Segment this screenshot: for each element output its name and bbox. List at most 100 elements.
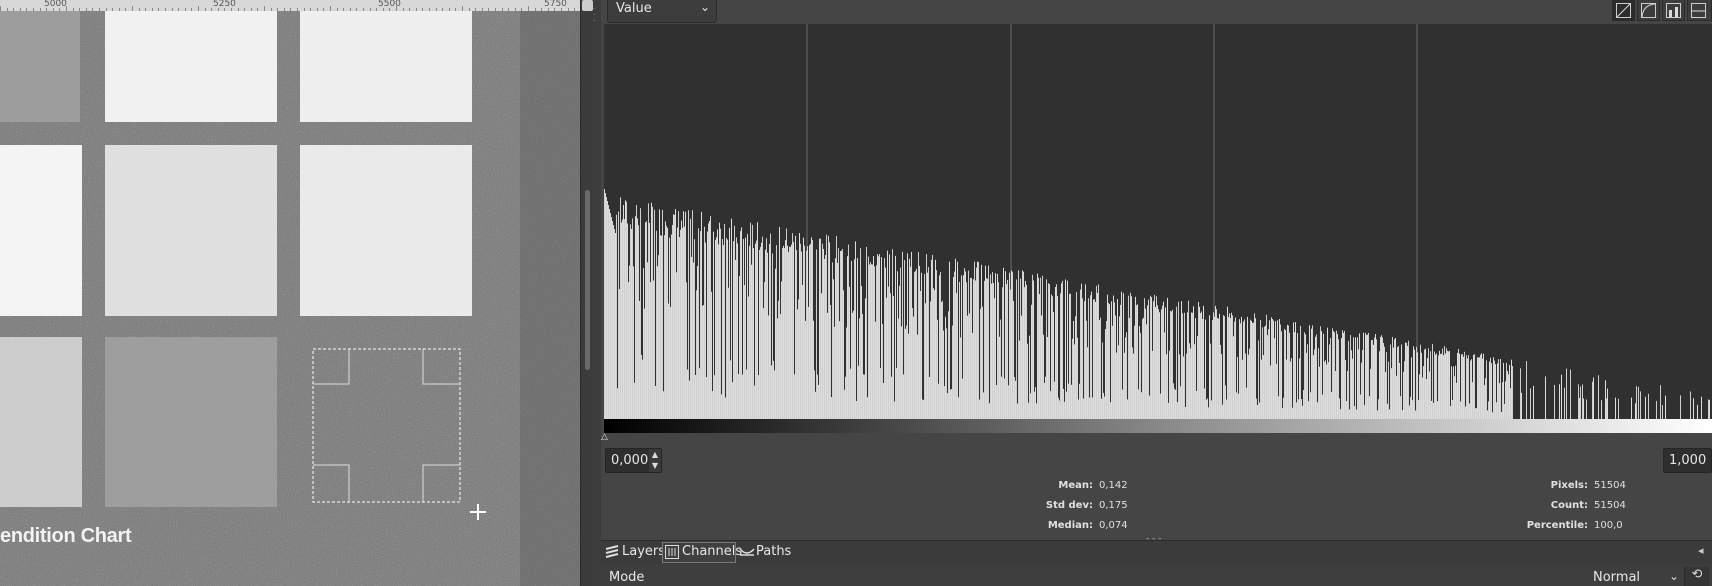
decrement-icon[interactable]: ▼	[649, 460, 661, 471]
histogram-bar	[717, 229, 718, 419]
histogram-bar	[924, 273, 925, 419]
histogram-bar	[1248, 354, 1249, 419]
histogram-bar	[1149, 395, 1150, 419]
histogram-bar	[1390, 344, 1391, 419]
range-end-spinner[interactable]: 1,000	[1663, 448, 1712, 473]
navigate-icon[interactable]	[582, 0, 593, 11]
histogram-bar	[1169, 350, 1170, 419]
histogram-bar	[832, 262, 833, 419]
histogram-bar	[1134, 325, 1135, 419]
image-view[interactable]	[0, 11, 580, 586]
histogram-bar	[863, 374, 864, 419]
histogram-bar	[835, 258, 836, 419]
histogram-bar	[1058, 397, 1059, 419]
histogram-bar	[956, 293, 957, 419]
histogram-bar	[1034, 391, 1035, 419]
value-gradient-bar[interactable]	[604, 419, 1712, 433]
histogram-bar	[1454, 376, 1455, 419]
channel-dropdown[interactable]: Value ⌄	[607, 0, 717, 23]
histogram-bar	[1289, 332, 1290, 419]
tab-menu-icon[interactable]: ◂	[1698, 544, 1712, 560]
histogram-bar	[675, 209, 676, 419]
histogram-bar	[933, 288, 934, 419]
histogram-bar	[636, 205, 637, 419]
spinner-arrows[interactable]: ▲ ▼	[649, 449, 661, 472]
histogram-bar	[1057, 295, 1058, 419]
histogram-bar	[888, 286, 889, 419]
histogram-bar	[1260, 319, 1261, 419]
reset-mode-icon[interactable]: ⟲	[1684, 567, 1709, 586]
histogram-bar	[1214, 316, 1215, 419]
range-start-handle-icon[interactable]: △	[601, 432, 608, 442]
histogram-bar	[1561, 374, 1562, 419]
histogram-bar	[1112, 325, 1113, 419]
histogram-bar	[641, 354, 642, 419]
range-start-spinner[interactable]: 0,000 ▲ ▼	[605, 448, 662, 473]
tab-channels[interactable]: Channels	[662, 542, 742, 563]
histogram-bar	[923, 399, 924, 419]
per-channel-view-button[interactable]	[1662, 0, 1685, 21]
histogram-bar	[1133, 353, 1134, 419]
increment-icon[interactable]: ▲	[649, 449, 661, 460]
dock-separator[interactable]: · · ·	[593, 0, 601, 586]
tab-layers[interactable]: Layers	[603, 543, 665, 562]
histogram-bar	[1065, 279, 1066, 419]
count-label: Count:	[1550, 500, 1588, 511]
histogram-bar	[727, 239, 728, 419]
scrollbar-thumb[interactable]	[585, 190, 590, 370]
histogram-bar	[666, 225, 667, 419]
chevron-down-icon[interactable]: ⌄	[1669, 569, 1679, 583]
tab-paths[interactable]: Paths	[737, 543, 793, 562]
histogram-bar	[1408, 340, 1409, 419]
histogram-bar	[617, 388, 618, 419]
histogram-bar	[754, 385, 755, 419]
histogram-bar	[846, 327, 847, 419]
histogram-bar	[893, 295, 894, 419]
histogram-bar	[1437, 401, 1438, 419]
histogram-bar	[680, 229, 681, 419]
combined-view-button[interactable]	[1687, 0, 1712, 21]
histogram-plot[interactable]	[604, 24, 1712, 419]
histogram-bar	[1290, 361, 1291, 419]
histogram-bar	[1308, 401, 1309, 419]
histogram-bar	[1088, 298, 1089, 419]
histogram-bar	[859, 318, 860, 419]
histogram-bar	[1411, 357, 1412, 419]
histogram-bar	[927, 272, 928, 419]
logarithmic-histogram-button[interactable]	[1637, 0, 1660, 21]
histogram-bar	[732, 382, 733, 419]
histogram-bar	[748, 296, 749, 419]
histogram-bar	[787, 245, 788, 419]
histogram-bar	[827, 312, 828, 419]
histogram-bar	[1029, 335, 1030, 419]
histogram-bar	[1285, 330, 1286, 419]
histogram-bar	[1121, 291, 1122, 419]
horizontal-ruler[interactable]: 5000 5250 5500 5750	[0, 0, 580, 11]
histogram-bar	[757, 222, 758, 419]
mode-dropdown[interactable]: Normal	[1593, 570, 1640, 585]
image-canvas[interactable]: 5000 5250 5500 5750 endition Chart	[0, 0, 580, 586]
histogram-bar	[1364, 405, 1365, 419]
canvas-vertical-scrollbar[interactable]	[580, 0, 594, 586]
histogram-bar	[955, 258, 956, 419]
histogram-bar	[987, 278, 988, 419]
histogram-bar	[1384, 346, 1385, 419]
histogram-bar	[918, 252, 919, 419]
histogram-bar	[1117, 299, 1118, 419]
histogram-bar	[1324, 361, 1325, 419]
histogram-bar	[1198, 301, 1199, 419]
linear-histogram-button[interactable]	[1612, 0, 1635, 21]
histogram-bar	[672, 224, 673, 419]
histogram-bar	[828, 235, 829, 419]
histogram-bar	[1077, 337, 1078, 419]
histogram-bar	[1266, 314, 1267, 419]
histogram-bar	[1244, 319, 1245, 419]
histogram-bar	[1319, 366, 1320, 419]
histogram-bar	[644, 308, 645, 419]
histogram-bar	[1342, 330, 1343, 419]
histogram-bar	[971, 277, 972, 419]
histogram-bar	[1163, 301, 1164, 419]
histogram-bar	[747, 233, 748, 419]
histogram-bar	[802, 285, 803, 419]
histogram-bar	[1096, 285, 1097, 419]
